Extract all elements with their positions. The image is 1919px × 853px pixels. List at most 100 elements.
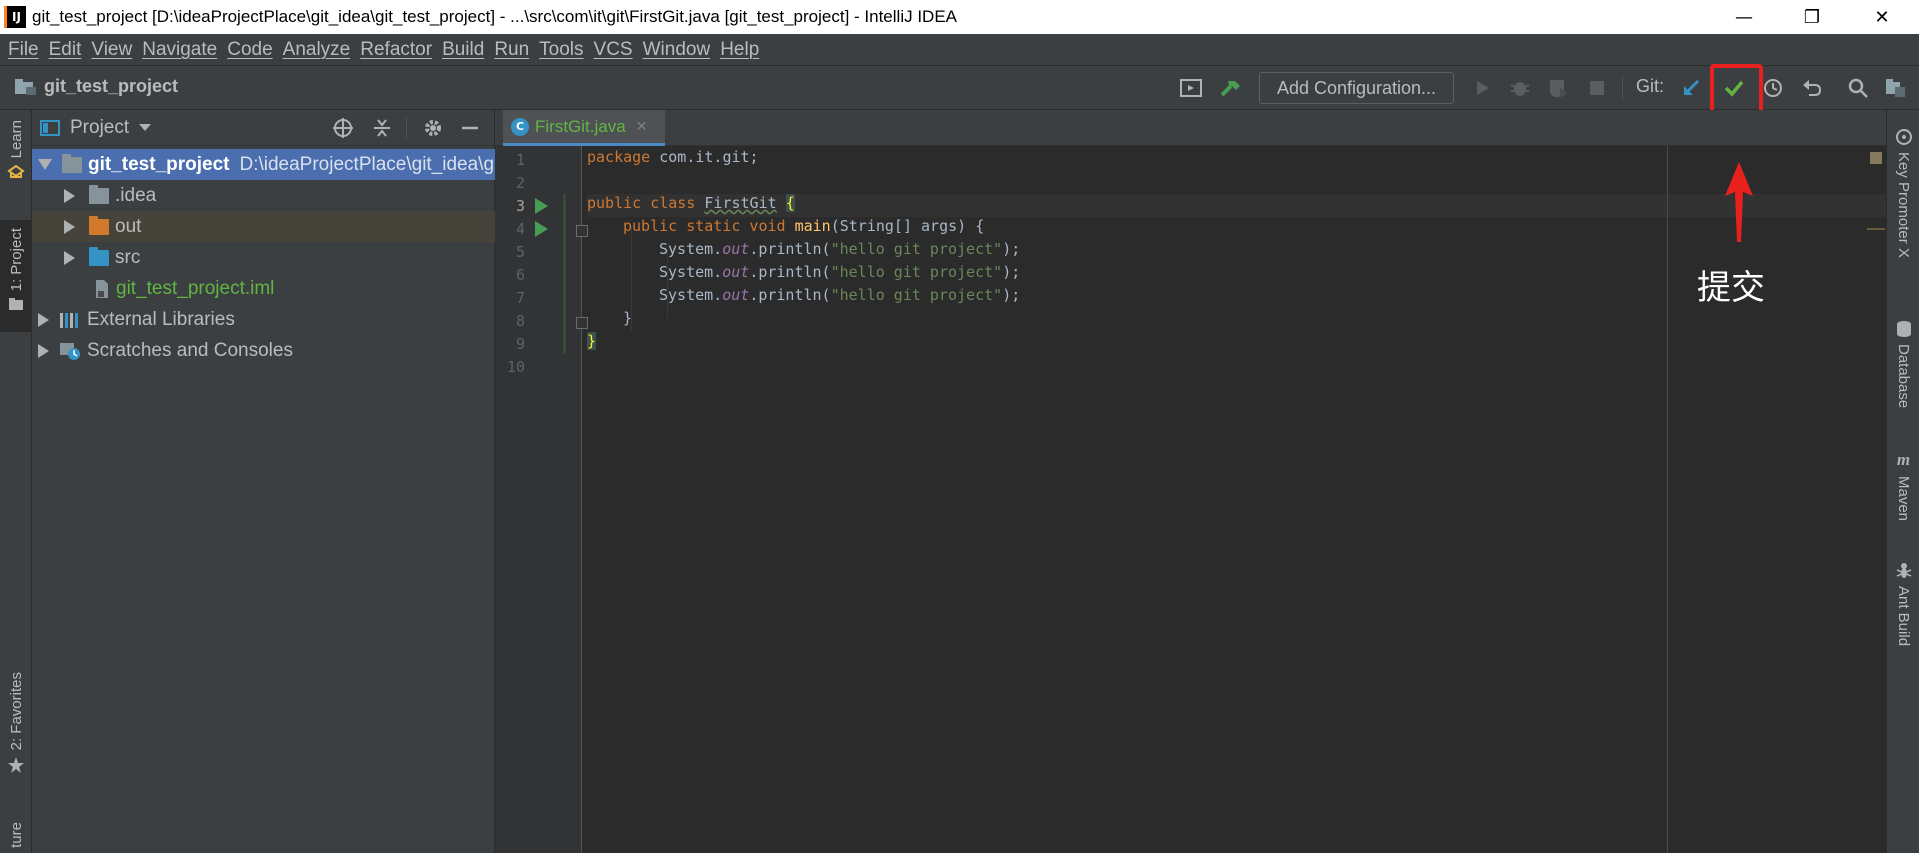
iml-file-icon (96, 279, 108, 298)
right-tool-strip: Key Promoter X Database m Maven Ant Buil… (1886, 110, 1919, 853)
locate-file-icon[interactable] (329, 114, 357, 142)
tree-item-idea[interactable]: .idea (32, 180, 495, 211)
tree-item-iml[interactable]: git_test_project.iml (32, 273, 495, 304)
maximize-button[interactable]: ❐ (1784, 0, 1840, 34)
gear-icon[interactable] (419, 114, 447, 142)
tool-tab-learn[interactable]: Learn (0, 120, 32, 180)
navigation-toolbar: git_test_project Add Configuration... Gi… (0, 66, 1919, 110)
key-promoter-icon (1895, 129, 1912, 145)
learn-icon (7, 165, 25, 179)
collapsed-arrow-icon[interactable] (64, 219, 75, 234)
minimize-button[interactable]: — (1716, 0, 1772, 34)
tool-tab-database[interactable]: Database (1887, 320, 1919, 408)
code-area[interactable]: package com.it.git; public class FirstGi… (587, 146, 1886, 853)
window-title: git_test_project [D:\ideaProjectPlace\gi… (32, 7, 957, 26)
breadcrumb[interactable]: git_test_project (14, 76, 178, 97)
tree-item-out[interactable]: out (32, 211, 495, 242)
close-button[interactable]: ✕ (1854, 0, 1910, 34)
tree-item-out-label: out (115, 215, 142, 237)
menu-help[interactable]: Help (720, 39, 759, 61)
module-folder-icon (62, 153, 82, 173)
project-structure-icon[interactable] (1881, 74, 1911, 102)
tree-item-root-path: D:\ideaProjectPlace\git_idea\g (239, 153, 495, 175)
menu-vcs[interactable]: VCS (594, 39, 633, 61)
menu-code[interactable]: Code (227, 39, 272, 61)
folder-icon (89, 184, 109, 204)
expanded-arrow-icon[interactable] (38, 159, 52, 170)
line-number: 9 (515, 335, 525, 353)
code-line-6: System.out.println("hello git project"); (659, 263, 1021, 281)
project-panel-title[interactable]: Project (70, 117, 129, 139)
stop-icon[interactable] (1582, 74, 1612, 102)
maven-icon: m (1896, 450, 1911, 469)
tree-item-root[interactable]: git_test_project D:\ideaProjectPlace\git… (32, 149, 495, 180)
add-configuration-button[interactable]: Add Configuration... (1259, 72, 1454, 104)
hide-panel-icon[interactable] (456, 114, 484, 142)
search-everywhere-icon[interactable] (1843, 74, 1873, 102)
tree-item-src[interactable]: src (32, 242, 495, 273)
line-number: 1 (515, 151, 525, 169)
run-gutter-icon[interactable] (535, 221, 548, 237)
source-folder-icon (89, 246, 109, 266)
run-anything-icon[interactable] (1176, 74, 1206, 102)
tool-tab-favorites-label: 2: Favorites (7, 672, 25, 751)
tool-tab-learn-label: Learn (7, 120, 25, 159)
collapsed-arrow-icon[interactable] (38, 312, 49, 327)
collapsed-arrow-icon[interactable] (64, 188, 75, 203)
intellij-logo-icon: IJ (4, 6, 26, 28)
tool-tab-project[interactable]: 1: Project (0, 220, 32, 332)
run-gutter-icon[interactable] (535, 198, 548, 214)
chevron-down-icon[interactable] (139, 124, 152, 131)
run-icon[interactable] (1467, 74, 1497, 102)
menu-view[interactable]: View (91, 39, 132, 61)
menu-window[interactable]: Window (643, 39, 711, 61)
git-rollback-icon[interactable] (1797, 74, 1827, 102)
red-arrow-icon (1725, 162, 1753, 242)
line-number: 6 (515, 266, 525, 284)
inspection-status-icon[interactable] (1870, 152, 1882, 164)
tree-item-idea-label: .idea (115, 184, 157, 206)
menu-edit[interactable]: Edit (49, 39, 82, 61)
menu-refactor[interactable]: Refactor (360, 39, 432, 61)
tool-tab-maven-label: Maven (1895, 476, 1912, 522)
tree-item-src-label: src (115, 246, 141, 268)
collapse-all-icon[interactable] (368, 114, 396, 142)
code-line-4: public static void main(String[] args) { (623, 217, 985, 235)
tree-item-scratches[interactable]: Scratches and Consoles (32, 335, 495, 366)
tool-tab-key-promoter[interactable]: Key Promoter X (1887, 128, 1919, 258)
collapsed-arrow-icon[interactable] (38, 343, 49, 358)
menu-build[interactable]: Build (442, 39, 484, 61)
debug-icon[interactable] (1505, 74, 1535, 102)
line-number: 10 (506, 358, 525, 376)
title-bar: IJ git_test_project [D:\ideaProjectPlace… (0, 0, 1919, 34)
left-tool-strip: Learn 1: Project 2: Favorites ture (0, 110, 32, 853)
tree-item-external-libraries-label: External Libraries (87, 308, 235, 330)
collapsed-arrow-icon[interactable] (64, 250, 75, 265)
tool-tab-ant-build[interactable]: Ant Build (1887, 562, 1919, 646)
tool-tab-structure[interactable]: ture (0, 822, 32, 853)
tool-tab-database-label: Database (1895, 344, 1912, 409)
tree-item-external-libraries[interactable]: External Libraries (32, 304, 495, 335)
editor-tab-bar: C FirstGit.java ✕ (495, 110, 1886, 146)
build-hammer-icon[interactable] (1216, 74, 1246, 102)
menu-run[interactable]: Run (494, 39, 529, 61)
menu-file[interactable]: File (8, 39, 39, 61)
code-line-9: } (587, 332, 597, 350)
toolbar-separator (1622, 76, 1623, 100)
menu-tools[interactable]: Tools (539, 39, 583, 61)
editor-tab-firstgit[interactable]: C FirstGit.java ✕ (503, 110, 665, 146)
tool-tab-structure-label: ture (7, 822, 25, 848)
menu-navigate[interactable]: Navigate (142, 39, 217, 61)
tool-tab-favorites[interactable]: 2: Favorites (0, 672, 32, 774)
commit-annotation-label: 提交 (1697, 268, 1765, 308)
folder-icon (9, 298, 23, 311)
tool-tab-project-label: 1: Project (7, 228, 25, 292)
tool-tab-maven[interactable]: m Maven (1887, 450, 1919, 521)
menu-analyze[interactable]: Analyze (283, 39, 351, 61)
menu-bar: File Edit View Navigate Code Analyze Ref… (0, 34, 1919, 66)
run-with-coverage-icon[interactable] (1543, 74, 1573, 102)
close-tab-icon[interactable]: ✕ (636, 119, 648, 135)
git-update-project-icon[interactable] (1676, 74, 1706, 102)
scroll-marker (1867, 228, 1885, 230)
libraries-icon (60, 312, 78, 328)
